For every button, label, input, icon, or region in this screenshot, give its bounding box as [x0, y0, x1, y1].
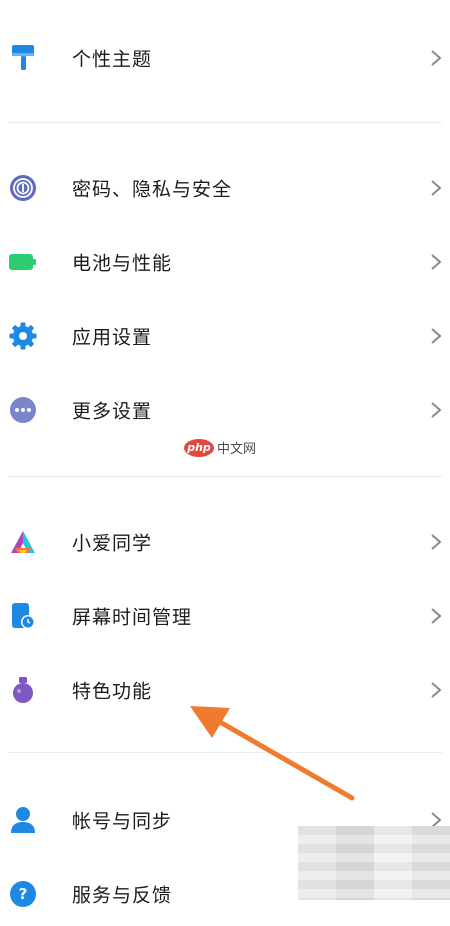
settings-item-label: 应用设置 [72, 326, 153, 349]
flask-icon [8, 675, 38, 705]
settings-item-theme[interactable]: 个性主题 [0, 26, 450, 90]
settings-item-label: 帐号与同步 [72, 810, 173, 833]
chevron-right-icon [431, 50, 442, 66]
section-divider [8, 476, 442, 477]
chevron-right-icon [431, 534, 442, 550]
battery-icon [8, 247, 38, 277]
blurred-region [298, 826, 450, 900]
settings-item-label: 服务与反馈 [72, 884, 173, 907]
watermark-brand: php [184, 438, 214, 457]
svg-text:?: ? [19, 885, 28, 903]
settings-item-app-settings[interactable]: 应用设置 [0, 304, 450, 368]
section-divider [8, 122, 442, 123]
fingerprint-icon [8, 173, 38, 203]
settings-item-label: 密码、隐私与安全 [72, 178, 233, 201]
chevron-right-icon [431, 254, 442, 270]
settings-item-special-features[interactable]: 特色功能 [0, 658, 450, 722]
watermark-text: 中文网 [217, 442, 257, 457]
settings-item-label: 更多设置 [72, 400, 153, 423]
chevron-right-icon [431, 180, 442, 196]
chevron-right-icon [431, 328, 442, 344]
user-icon [8, 805, 38, 835]
chevron-right-icon [431, 402, 442, 418]
xiaoai-icon [8, 527, 38, 557]
settings-item-label: 电池与性能 [72, 252, 173, 275]
settings-item-screen-time[interactable]: 屏幕时间管理 [0, 584, 450, 648]
settings-item-label: 特色功能 [72, 680, 153, 703]
settings-item-security[interactable]: 密码、隐私与安全 [0, 156, 450, 220]
settings-item-battery[interactable]: 电池与性能 [0, 230, 450, 294]
screen-time-icon [8, 601, 38, 631]
settings-item-label: 个性主题 [72, 48, 153, 71]
gear-icon [8, 321, 38, 351]
watermark-logo: php 中文网 [184, 438, 256, 457]
section-divider [8, 752, 442, 753]
chevron-right-icon [431, 682, 442, 698]
help-icon: ? [8, 879, 38, 909]
settings-item-label: 屏幕时间管理 [72, 606, 193, 629]
settings-item-label: 小爱同学 [72, 532, 153, 555]
more-dots-icon [8, 395, 38, 425]
settings-item-xiaoai[interactable]: 小爱同学 [0, 510, 450, 574]
paint-roller-icon [8, 43, 38, 73]
settings-item-more-settings[interactable]: 更多设置 [0, 378, 450, 442]
chevron-right-icon [431, 608, 442, 624]
